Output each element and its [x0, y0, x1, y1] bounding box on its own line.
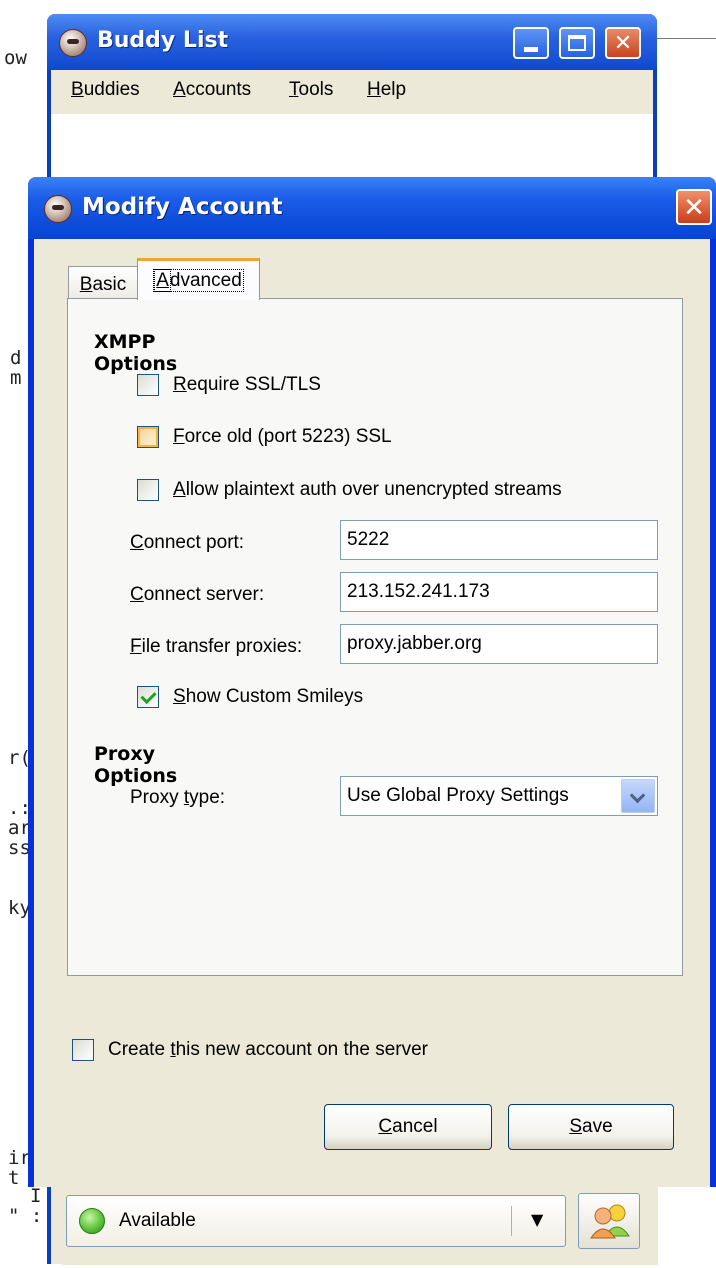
close-icon: ✕ — [613, 30, 633, 56]
menu-accounts[interactable]: Accounts — [173, 79, 251, 101]
menu-tools[interactable]: Tools — [289, 79, 333, 101]
minimize-button[interactable] — [513, 27, 549, 59]
proxy-type-value: Use Global Proxy Settings — [347, 785, 569, 806]
background-rule — [657, 38, 716, 39]
buddy-list-titlebar[interactable]: Buddy List ✕ — [47, 14, 657, 70]
save-button[interactable]: Save — [508, 1104, 674, 1150]
proxy-type-label: Proxy type: — [130, 787, 226, 808]
pidgin-app-icon — [59, 29, 87, 57]
status-selector[interactable]: Available ▼ — [66, 1195, 566, 1247]
show-custom-smileys-label[interactable]: Show Custom Smileys — [173, 686, 363, 708]
force-old-ssl-label[interactable]: Force old (port 5223) SSL — [173, 426, 392, 448]
close-icon: ✕ — [683, 193, 705, 223]
connect-port-label: Connect port: — [130, 532, 245, 553]
close-button[interactable]: ✕ — [605, 27, 641, 59]
background-text: " : — [8, 1205, 43, 1227]
allow-plaintext-checkbox[interactable] — [137, 479, 159, 501]
tab-basic-label: Basic — [79, 274, 127, 295]
background-text: ow — [4, 47, 27, 69]
require-ssl-checkbox[interactable] — [137, 374, 159, 396]
allow-plaintext-label[interactable]: Allow plaintext auth over unencrypted st… — [173, 479, 562, 501]
dialog-title: Modify Account — [82, 194, 283, 220]
buddy-icon-button[interactable] — [578, 1193, 640, 1249]
xmpp-options-heading: XMPP Options — [94, 331, 178, 375]
file-transfer-proxies-field[interactable]: proxy.jabber.org — [340, 624, 658, 664]
available-status-icon — [79, 1208, 105, 1234]
maximize-button[interactable] — [559, 27, 595, 59]
pidgin-app-icon — [44, 195, 72, 223]
background-text: d — [10, 347, 22, 369]
dropdown-arrow-icon[interactable]: ▼ — [531, 1210, 543, 1229]
save-button-label: Save — [569, 1116, 613, 1137]
tab-advanced-label: Advanced — [153, 269, 244, 292]
connect-port-field[interactable]: 5222 — [340, 520, 658, 560]
chevron-down-icon[interactable] — [621, 779, 655, 813]
status-label: Available — [119, 1210, 196, 1231]
menu-help[interactable]: Help — [367, 79, 406, 101]
tab-basic[interactable]: Basic — [68, 266, 138, 300]
connect-server-field[interactable]: 213.152.241.173 — [340, 572, 658, 612]
proxy-options-heading: Proxy Options — [94, 743, 178, 787]
connect-server-label: Connect server: — [130, 584, 265, 605]
create-account-checkbox[interactable] — [72, 1039, 94, 1061]
cancel-button-label: Cancel — [378, 1116, 438, 1137]
background-text: I — [30, 1185, 42, 1207]
file-transfer-proxies-label: File transfer proxies: — [130, 636, 303, 657]
require-ssl-label[interactable]: Require SSL/TLS — [173, 374, 321, 396]
background-text: t — [8, 1167, 20, 1189]
create-account-label[interactable]: Create this new account on the server — [108, 1039, 428, 1061]
dialog-close-button[interactable]: ✕ — [676, 189, 712, 225]
tab-advanced[interactable]: Advanced — [137, 258, 260, 300]
cancel-button[interactable]: Cancel — [324, 1104, 492, 1150]
dialog-titlebar[interactable]: Modify Account ✕ — [28, 177, 716, 239]
minimize-icon — [524, 47, 538, 52]
menu-buddies[interactable]: Buddies — [71, 79, 140, 101]
buddy-list-title: Buddy List — [97, 28, 229, 53]
people-icon — [590, 1204, 630, 1239]
maximize-icon — [568, 35, 586, 51]
force-old-ssl-checkbox[interactable] — [137, 426, 159, 448]
background-text: m — [10, 367, 22, 389]
show-custom-smileys-checkbox[interactable] — [137, 686, 159, 708]
status-separator — [511, 1206, 512, 1236]
proxy-type-select[interactable]: Use Global Proxy Settings — [340, 776, 658, 816]
buddy-list-menubar: Buddies Accounts Tools Help — [51, 70, 653, 114]
